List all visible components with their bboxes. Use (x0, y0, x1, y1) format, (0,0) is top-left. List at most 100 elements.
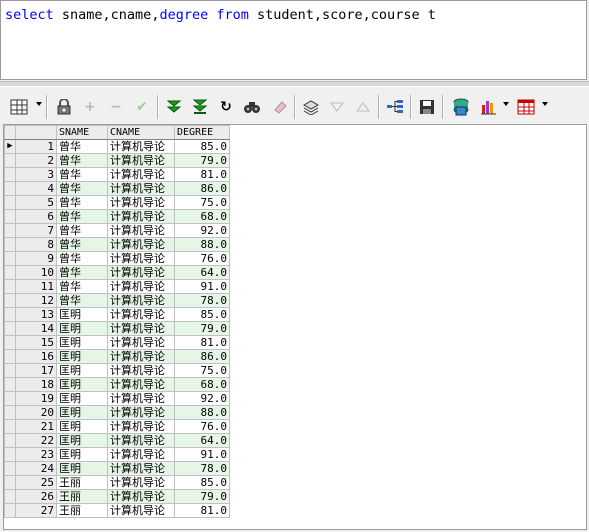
degree-cell[interactable]: 85.0 (174, 139, 230, 154)
row-number[interactable]: 16 (15, 349, 57, 364)
row-indicator[interactable] (4, 447, 16, 462)
row-number[interactable]: 5 (15, 195, 57, 210)
cname-cell[interactable]: 计算机导论 (107, 377, 175, 392)
column-header-cname[interactable]: CNAME (107, 125, 175, 140)
sname-cell[interactable]: 匡明 (56, 321, 108, 336)
degree-cell[interactable]: 91.0 (174, 447, 230, 462)
splitter[interactable] (0, 81, 589, 87)
degree-cell[interactable]: 64.0 (174, 265, 230, 280)
degree-cell[interactable]: 76.0 (174, 251, 230, 266)
row-indicator[interactable] (4, 209, 16, 224)
row-indicator[interactable] (4, 475, 16, 490)
cname-cell[interactable]: 计算机导论 (107, 237, 175, 252)
cname-cell[interactable]: 计算机导论 (107, 265, 175, 280)
degree-cell[interactable]: 88.0 (174, 237, 230, 252)
sname-cell[interactable]: 曾华 (56, 279, 108, 294)
grid-icon[interactable] (8, 96, 30, 118)
row-number[interactable]: 13 (15, 307, 57, 322)
table-row[interactable]: 9 曾华 计算机导论 76.0 (4, 251, 230, 266)
cname-cell[interactable]: 计算机导论 (107, 153, 175, 168)
row-number[interactable]: 23 (15, 447, 57, 462)
cname-cell[interactable]: 计算机导论 (107, 433, 175, 448)
cname-cell[interactable]: 计算机导论 (107, 139, 175, 154)
table-row[interactable]: 7 曾华 计算机导论 92.0 (4, 223, 230, 238)
row-indicator[interactable] (4, 321, 16, 336)
row-number[interactable]: 15 (15, 335, 57, 350)
cname-cell[interactable]: 计算机导论 (107, 279, 175, 294)
row-indicator[interactable] (4, 349, 16, 364)
degree-cell[interactable]: 85.0 (174, 307, 230, 322)
row-number[interactable]: 25 (15, 475, 57, 490)
table-row[interactable]: 16 匡明 计算机导论 86.0 (4, 349, 230, 364)
degree-cell[interactable]: 86.0 (174, 181, 230, 196)
sname-cell[interactable]: 王丽 (56, 489, 108, 504)
row-number[interactable]: 3 (15, 167, 57, 182)
sname-cell[interactable]: 曾华 (56, 195, 108, 210)
row-number[interactable]: 10 (15, 265, 57, 280)
chevron-down-icon[interactable] (36, 102, 42, 106)
sname-cell[interactable]: 曾华 (56, 153, 108, 168)
find-icon[interactable] (241, 96, 263, 118)
clear-icon[interactable] (269, 96, 291, 118)
result-grid[interactable]: SNAME CNAME DEGREE ▶ 1 曾华 计算机导论 85.0 2 曾华 计算机导论… (3, 124, 587, 530)
cname-cell[interactable]: 计算机导论 (107, 503, 175, 518)
cname-cell[interactable]: 计算机导论 (107, 475, 175, 490)
degree-cell[interactable]: 68.0 (174, 377, 230, 392)
row-indicator[interactable] (4, 167, 16, 182)
cname-cell[interactable]: 计算机导论 (107, 391, 175, 406)
next-page-icon[interactable] (163, 96, 185, 118)
degree-cell[interactable]: 91.0 (174, 279, 230, 294)
sname-cell[interactable]: 曾华 (56, 223, 108, 238)
cname-cell[interactable]: 计算机导论 (107, 223, 175, 238)
sname-cell[interactable]: 匡明 (56, 335, 108, 350)
sname-cell[interactable]: 匡明 (56, 307, 108, 322)
row-number[interactable]: 24 (15, 461, 57, 476)
column-header-sname[interactable]: SNAME (56, 125, 108, 140)
cname-cell[interactable]: 计算机导论 (107, 293, 175, 308)
table-row[interactable]: 3 曾华 计算机导论 81.0 (4, 167, 230, 182)
cname-cell[interactable]: 计算机导论 (107, 461, 175, 476)
degree-cell[interactable]: 78.0 (174, 293, 230, 308)
table-row[interactable]: 24 匡明 计算机导论 78.0 (4, 461, 230, 476)
row-indicator[interactable] (4, 489, 16, 504)
row-indicator[interactable] (4, 181, 16, 196)
degree-cell[interactable]: 85.0 (174, 475, 230, 490)
cname-cell[interactable]: 计算机导论 (107, 195, 175, 210)
table-row[interactable]: 25 王丽 计算机导论 85.0 (4, 475, 230, 490)
sname-cell[interactable]: 曾华 (56, 209, 108, 224)
row-indicator[interactable] (4, 307, 16, 322)
table-row[interactable]: 10 曾华 计算机导论 64.0 (4, 265, 230, 280)
degree-cell[interactable]: 75.0 (174, 195, 230, 210)
row-number[interactable]: 27 (15, 503, 57, 518)
row-number[interactable]: 6 (15, 209, 57, 224)
table-row[interactable]: 5 曾华 计算机导论 75.0 (4, 195, 230, 210)
sname-cell[interactable]: 曾华 (56, 139, 108, 154)
sname-cell[interactable]: 曾华 (56, 181, 108, 196)
refresh-icon[interactable]: ↻ (215, 96, 237, 118)
row-indicator[interactable] (4, 293, 16, 308)
post-changes-icon[interactable]: ✔ (131, 96, 153, 118)
table-row[interactable]: 2 曾华 计算机导论 79.0 (4, 153, 230, 168)
row-indicator[interactable] (4, 503, 16, 518)
row-indicator[interactable] (4, 195, 16, 210)
row-number[interactable]: 7 (15, 223, 57, 238)
table-options-icon[interactable] (515, 96, 537, 118)
chevron-down-icon[interactable] (542, 102, 548, 106)
table-row[interactable]: 23 匡明 计算机导论 91.0 (4, 447, 230, 462)
degree-cell[interactable]: 75.0 (174, 363, 230, 378)
sname-cell[interactable]: 曾华 (56, 167, 108, 182)
sname-cell[interactable]: 曾华 (56, 251, 108, 266)
export-icon[interactable] (450, 96, 472, 118)
row-number[interactable]: 1 (15, 139, 57, 154)
sname-cell[interactable]: 匡明 (56, 391, 108, 406)
cname-cell[interactable]: 计算机导论 (107, 167, 175, 182)
degree-cell[interactable]: 88.0 (174, 405, 230, 420)
save-icon[interactable] (416, 96, 438, 118)
row-indicator[interactable]: ▶ (4, 139, 16, 154)
table-row[interactable]: 17 匡明 计算机导论 75.0 (4, 363, 230, 378)
sql-editor[interactable]: select sname,cname,degree from student,s… (0, 0, 587, 80)
table-row[interactable]: 15 匡明 计算机导论 81.0 (4, 335, 230, 350)
lock-icon[interactable] (53, 96, 75, 118)
degree-cell[interactable]: 79.0 (174, 153, 230, 168)
degree-cell[interactable]: 86.0 (174, 349, 230, 364)
